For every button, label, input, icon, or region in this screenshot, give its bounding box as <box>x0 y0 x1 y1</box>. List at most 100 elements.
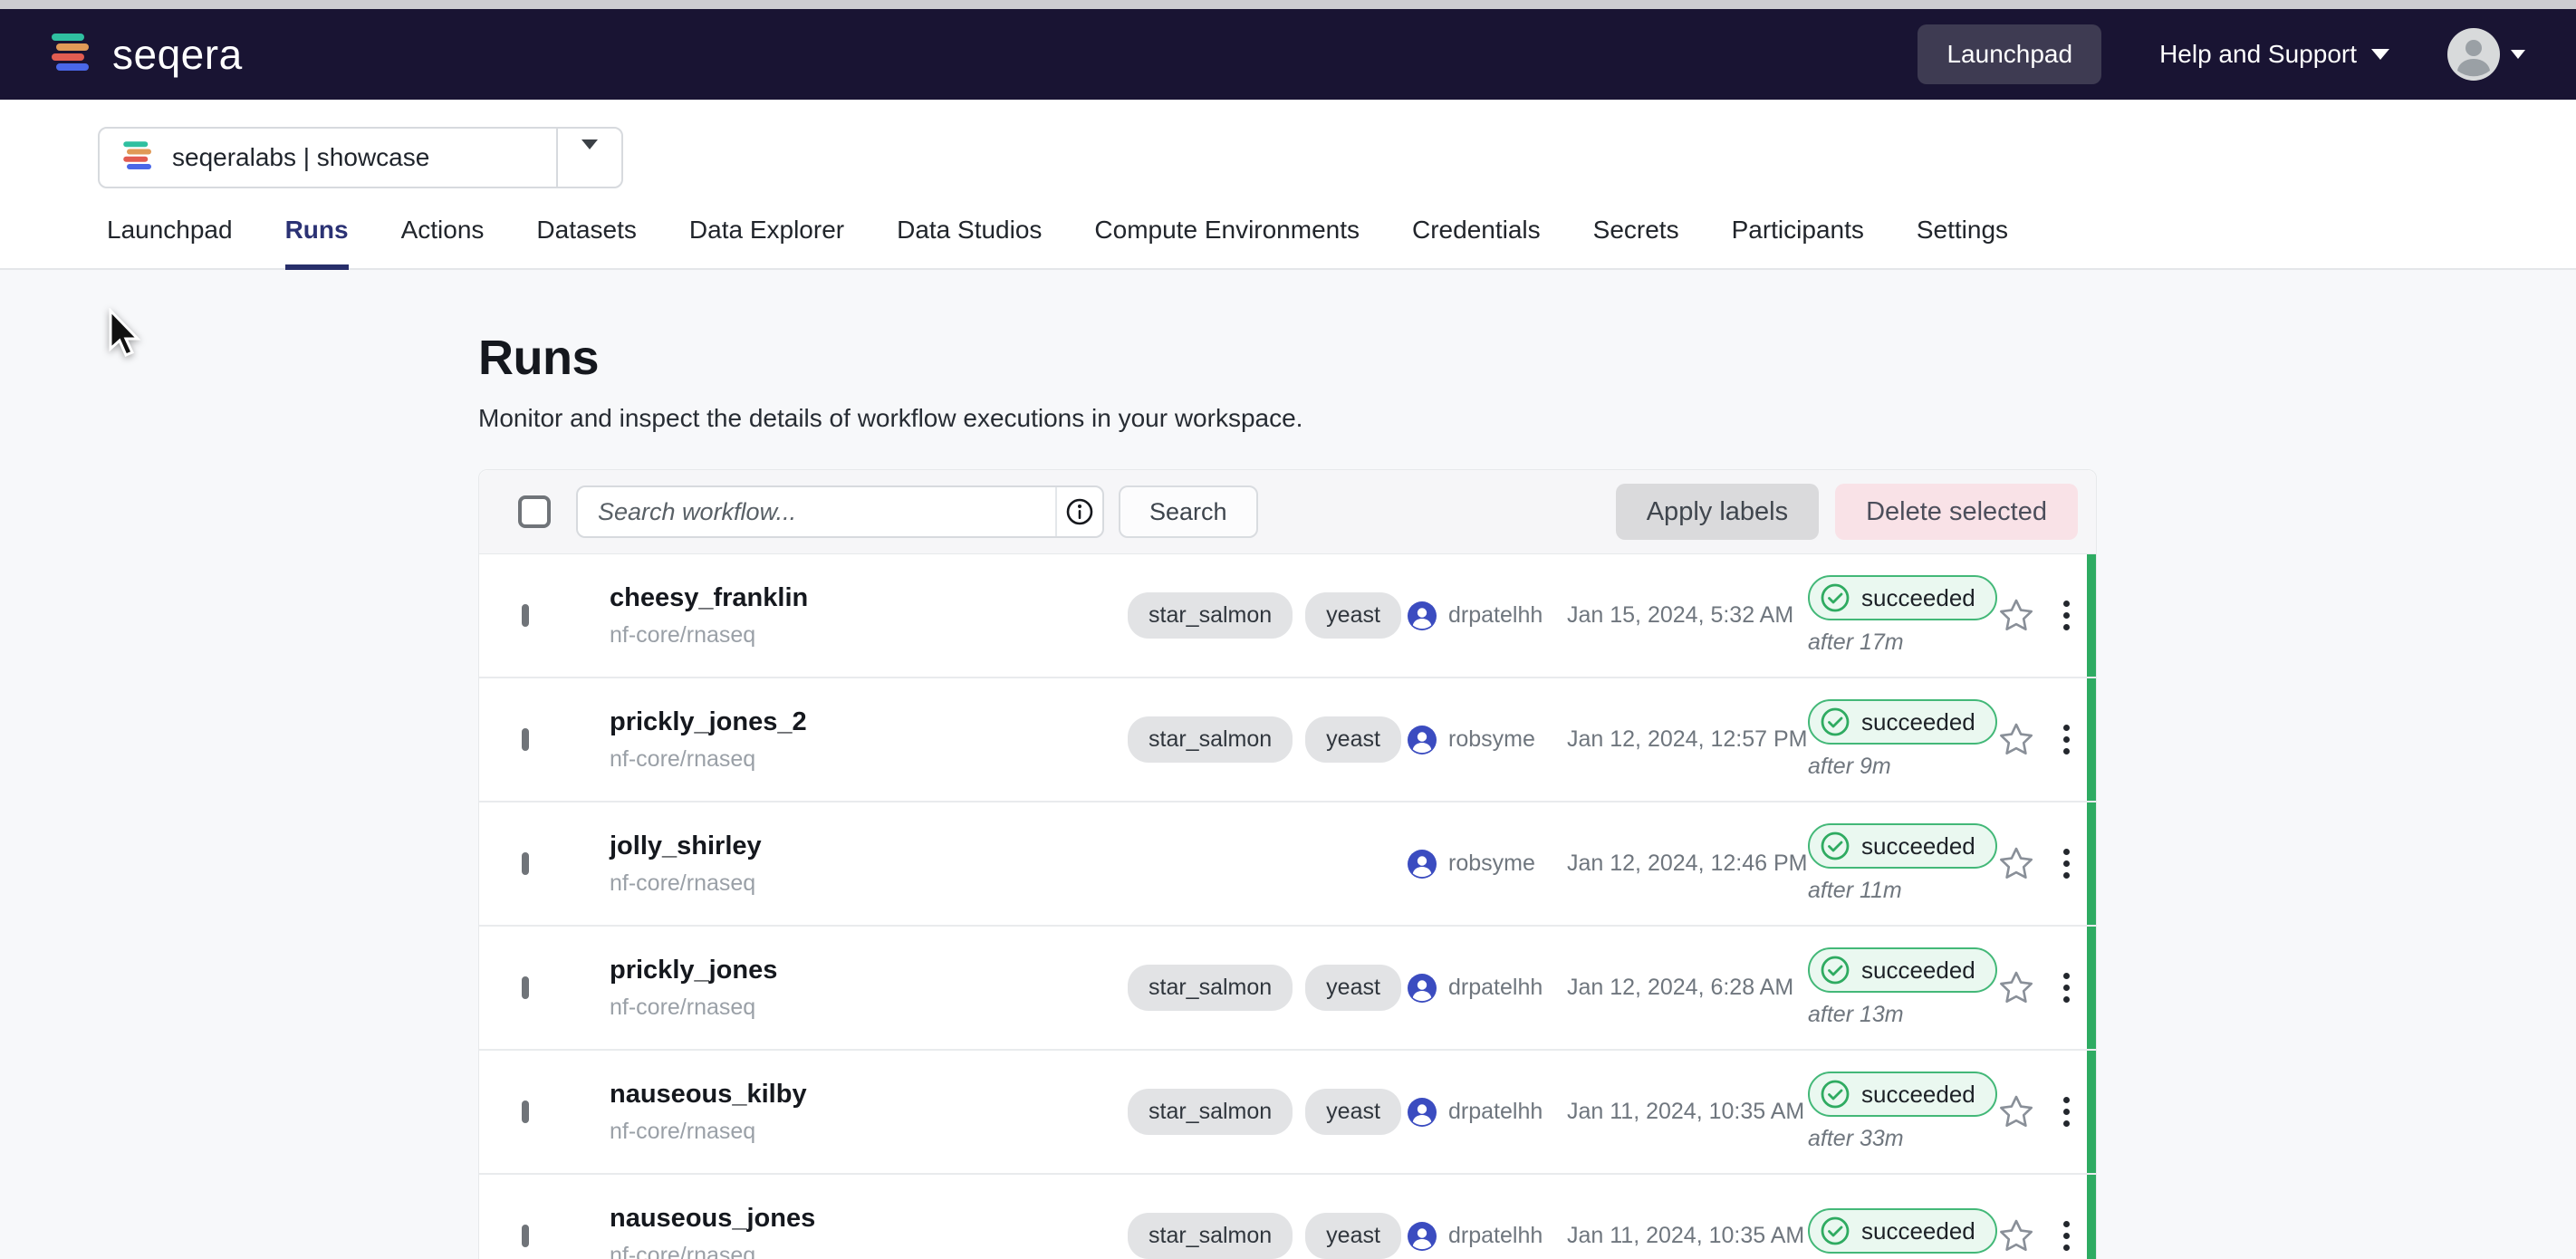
tab-datasets[interactable]: Datasets <box>536 216 637 270</box>
row-checkbox[interactable] <box>522 852 529 875</box>
status-badge: succeeded <box>1808 1208 1997 1254</box>
status-label: succeeded <box>1861 832 1975 860</box>
main-area: Runs Monitor and inspect the details of … <box>0 270 2576 1246</box>
tab-bar: Launchpad Runs Actions Datasets Data Explore… <box>0 216 2576 270</box>
label-pill: star_salmon <box>1128 965 1293 1011</box>
star-button[interactable] <box>1989 721 2043 759</box>
star-icon <box>1997 1093 2035 1131</box>
row-checkbox[interactable] <box>522 728 529 751</box>
tab-actions[interactable]: Actions <box>401 216 485 270</box>
row-checkbox[interactable] <box>522 1225 529 1247</box>
run-user: robsyme <box>1448 726 1535 753</box>
run-pipeline: nf-core/rnaseq <box>610 622 1128 649</box>
star-icon <box>1997 969 2035 1007</box>
help-and-support-menu[interactable]: Help and Support <box>2159 40 2389 69</box>
info-circle-icon[interactable] <box>1055 487 1102 536</box>
row-menu-button[interactable] <box>2043 1097 2089 1127</box>
workspace-logo-icon <box>121 139 154 177</box>
brand-name: seqera <box>112 30 243 79</box>
status-strip <box>2087 1051 2096 1173</box>
table-toolbar: Search Apply labels Delete selected <box>479 470 2096 554</box>
run-labels: star_salmon yeast <box>1128 965 1408 1011</box>
run-user: drpatelhh <box>1448 1223 1543 1249</box>
table-row: cheesy_franklin nf-core/rnaseqstar_salmon… <box>479 554 2096 678</box>
tab-settings[interactable]: Settings <box>1917 216 2008 270</box>
run-user: drpatelhh <box>1448 602 1543 629</box>
run-labels: star_salmonyeast <box>1128 592 1408 639</box>
user-circle-icon <box>1408 726 1437 754</box>
run-user: drpatelhh <box>1448 1099 1543 1125</box>
run-pipeline: nf-core/rnaseq <box>610 870 1128 897</box>
run-duration: after 11m <box>1808 878 1989 904</box>
star-button[interactable] <box>1989 845 2043 883</box>
row-menu-button[interactable] <box>2043 601 2089 630</box>
status-strip <box>2087 1175 2096 1259</box>
row-menu-button[interactable] <box>2043 973 2089 1003</box>
search-button[interactable]: Search <box>1119 485 1258 538</box>
run-pipeline: nf-core/rnaseq <box>610 1119 1128 1145</box>
run-name[interactable]: nauseous_kilby <box>610 1080 1128 1110</box>
run-date: Jan 15, 2024, 5:32 AM <box>1567 602 1808 629</box>
tab-compute-environments[interactable]: Compute Environments <box>1094 216 1360 270</box>
table-row: nauseous_kilby nf-core/rnaseqstar_salmony… <box>479 1051 2096 1175</box>
tab-launchpad[interactable]: Launchpad <box>107 216 233 270</box>
workspace-name: seqeralabs | showcase <box>172 143 429 172</box>
run-user: drpatelhh <box>1448 975 1543 1001</box>
search-input[interactable] <box>578 498 1055 526</box>
status-strip <box>2087 554 2096 677</box>
kebab-menu-icon <box>2063 725 2070 754</box>
row-checkbox[interactable] <box>522 604 529 627</box>
row-menu-button[interactable] <box>2043 849 2089 879</box>
run-labels: star_salmonyeast <box>1128 1213 1408 1259</box>
star-button[interactable] <box>1989 597 2043 635</box>
label-pill: yeast <box>1305 965 1401 1011</box>
kebab-menu-icon <box>2063 601 2070 630</box>
tab-participants[interactable]: Participants <box>1732 216 1864 270</box>
star-button[interactable] <box>1989 1217 2043 1255</box>
star-icon <box>1997 721 2035 759</box>
run-name[interactable]: nauseous_jones <box>610 1204 1128 1234</box>
row-checkbox[interactable] <box>522 1100 529 1123</box>
label-pill: yeast <box>1305 592 1401 639</box>
label-pill: star_salmon <box>1128 716 1293 763</box>
row-menu-button[interactable] <box>2043 1221 2089 1251</box>
row-checkbox[interactable] <box>522 976 529 999</box>
launchpad-button[interactable]: Launchpad <box>1918 24 2101 84</box>
tab-data-studios[interactable]: Data Studios <box>897 216 1042 270</box>
tab-runs[interactable]: Runs <box>285 216 349 270</box>
run-date: Jan 11, 2024, 10:35 AM <box>1567 1099 1808 1125</box>
runs-table-body: cheesy_franklinnf-core/rnaseqstar_salmon… <box>479 554 2096 1259</box>
tab-credentials[interactable]: Credentials <box>1412 216 1541 270</box>
run-name[interactable]: jolly_shirley <box>610 831 1128 861</box>
workspace-selector[interactable]: seqeralabs | showcase <box>98 127 623 188</box>
brand[interactable]: seqera <box>49 30 243 79</box>
run-pipeline: nf-core/rnaseq <box>610 1243 1128 1259</box>
tab-secrets[interactable]: Secrets <box>1593 216 1679 270</box>
run-date: Jan 12, 2024, 12:57 PM <box>1567 726 1808 753</box>
run-name[interactable]: cheesy_franklin <box>610 583 1128 613</box>
workspace-dropdown-toggle[interactable] <box>558 149 621 166</box>
run-pipeline: nf-core/rnaseq <box>610 995 1128 1021</box>
star-button[interactable] <box>1989 969 2043 1007</box>
tab-data-explorer[interactable]: Data Explorer <box>689 216 844 270</box>
run-labels: star_salmonyeast <box>1128 1089 1408 1135</box>
page-title: Runs <box>478 330 2097 386</box>
app-header: seqera Launchpad Help and Support <box>0 9 2576 100</box>
user-circle-icon <box>1408 1222 1437 1251</box>
apply-labels-button[interactable]: Apply labels <box>1616 484 1819 540</box>
user-menu[interactable] <box>2447 28 2525 81</box>
run-user: robsyme <box>1448 851 1535 877</box>
run-name[interactable]: prickly_jones_2 <box>610 707 1128 737</box>
check-circle-icon <box>1820 1216 1850 1246</box>
check-circle-icon <box>1820 955 1850 985</box>
user-circle-icon <box>1408 974 1437 1003</box>
status-badge: succeeded <box>1808 575 1997 620</box>
seqera-logo-icon <box>49 31 92 79</box>
run-name[interactable]: prickly_jones <box>610 956 1128 985</box>
delete-selected-button[interactable]: Delete selected <box>1835 484 2078 540</box>
star-icon <box>1997 845 2035 883</box>
select-all-checkbox[interactable] <box>518 495 551 528</box>
row-menu-button[interactable] <box>2043 725 2089 754</box>
star-button[interactable] <box>1989 1093 2043 1131</box>
user-circle-icon <box>1408 1098 1437 1127</box>
